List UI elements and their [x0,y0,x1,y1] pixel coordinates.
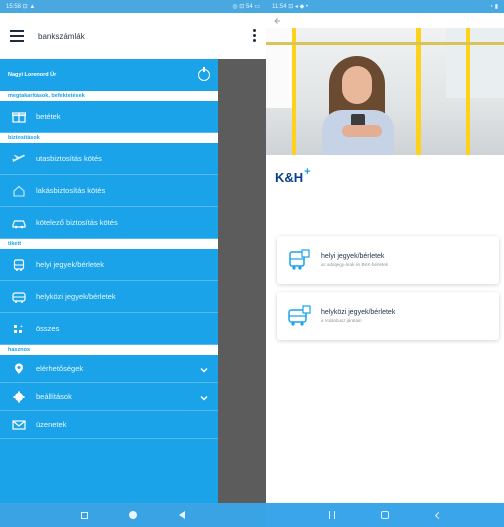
drawer-item-osszes[interactable]: + összes [0,313,218,345]
drawer-item-label: lakásbiztosítás kötés [36,186,106,195]
user-greeting: Nagyi Lorenord Úr [8,72,57,78]
status-bar: 15:58 ⊡ ▲ ◎ ⊡ 54 ▭ [0,0,266,13]
section-header-insurance: biztosítások [0,133,218,143]
status-icons: ◔ ▮ [489,4,498,10]
section-header-useful: hasznos [0,345,218,355]
hero-image [266,28,504,155]
chevron-down-icon[interactable] [200,366,208,374]
coach-icon [288,305,311,326]
recents-button[interactable] [80,511,88,519]
card-helykozi-jegyek[interactable]: helyközi jegyek/bérletek a Volánbusz jár… [277,292,499,340]
section-header-tickets: tikett [0,239,218,249]
card-title: helyi jegyek/bérletek [321,253,385,260]
status-time: 11:54 ⊡ ◂ ◆ • [272,4,308,10]
drawer-item-label: helyi jegyek/bérletek [36,260,104,269]
drawer-item-helyi[interactable]: helyi jegyek/bérletek [0,249,218,281]
drawer-item-label: üzenetek [36,420,67,429]
plane-icon [10,152,28,166]
card-helyi-jegyek[interactable]: helyi jegyek/bérletek az adatjegy-árak é… [277,236,499,284]
house-icon [10,184,28,198]
drawer-item-label: kötelező biztosítás kötés [36,218,118,227]
home-button[interactable] [381,511,390,519]
right-screen: 11:54 ⊡ ◂ ◆ • ◔ ▮ K&H + helyi jegyek/bérl… [266,0,504,527]
card-subtitle: az adatjegy-árak és BKK-bérletek [321,262,389,267]
recents-button[interactable] [329,511,336,519]
card-subtitle: a Volánbusz járatain [321,318,362,323]
grid-icon: + [10,322,28,336]
drawer-header: Nagyi Lorenord Úr [0,59,218,91]
bus-icon [10,258,28,272]
back-button[interactable] [434,511,442,519]
bus-icon [289,249,310,270]
drawer-scrim[interactable] [218,59,266,503]
drawer-item-beallitasok[interactable]: beállítások [0,383,218,411]
hamburger-menu-icon[interactable] [10,30,24,42]
gift-icon [10,110,28,124]
section-header-savings: megtakarítások, befektetések [0,91,218,101]
drawer-item-label: betétek [36,112,61,121]
drawer-item-label: helyközi jegyek/bérletek [36,292,116,301]
envelope-icon [10,418,28,432]
drawer-item-kotelezo[interactable]: kötelező biztosítás kötés [0,207,218,239]
drawer-item-utasbiztositas[interactable]: utasbiztosítás kötés [0,143,218,175]
gear-icon [10,390,28,404]
system-nav-bar [0,503,266,527]
kh-logo: K&H + [275,165,311,186]
status-time: 15:58 ⊡ ▲ [6,4,36,10]
drawer-item-label: utasbiztosítás kötés [36,154,102,163]
drawer-item-label: elérhetőségek [36,364,84,373]
drawer-item-label: beállítások [36,392,72,401]
drawer-item-lakasbiztositas[interactable]: lakásbiztosítás kötés [0,175,218,207]
svg-text:+: + [20,324,23,330]
system-nav-bar [266,503,504,527]
left-screen: 15:58 ⊡ ▲ ◎ ⊡ 54 ▭ bankszámlák Nagyi Lor… [0,0,266,527]
page-title: bankszámlák [38,31,85,41]
home-button[interactable] [129,511,138,519]
drawer-item-elerhetosegek[interactable]: elérhetőségek [0,355,218,383]
drawer-item-label: összes [36,324,60,333]
status-icons: ◎ ⊡ 54 ▭ [232,4,260,10]
car-icon [10,216,28,230]
back-arrow-icon[interactable] [274,17,282,25]
coach-icon [10,290,28,304]
power-icon[interactable] [198,67,210,81]
app-bar: bankszámlák [0,13,266,59]
drawer-item-uzenetek[interactable]: üzenetek [0,411,218,439]
location-pin-icon [10,362,28,376]
navigation-drawer: Nagyi Lorenord Úr megtakarítások, befekt… [0,59,218,503]
drawer-item-helykozi[interactable]: helyközi jegyek/bérletek [0,281,218,313]
status-bar: 11:54 ⊡ ◂ ◆ • ◔ ▮ [266,0,504,13]
kebab-menu-icon[interactable] [253,29,256,42]
card-title: helyközi jegyek/bérletek [321,309,396,316]
drawer-item-betetek[interactable]: betétek [0,101,218,133]
back-button[interactable] [179,511,186,519]
chevron-down-icon[interactable] [200,394,208,402]
app-bar [266,13,504,28]
